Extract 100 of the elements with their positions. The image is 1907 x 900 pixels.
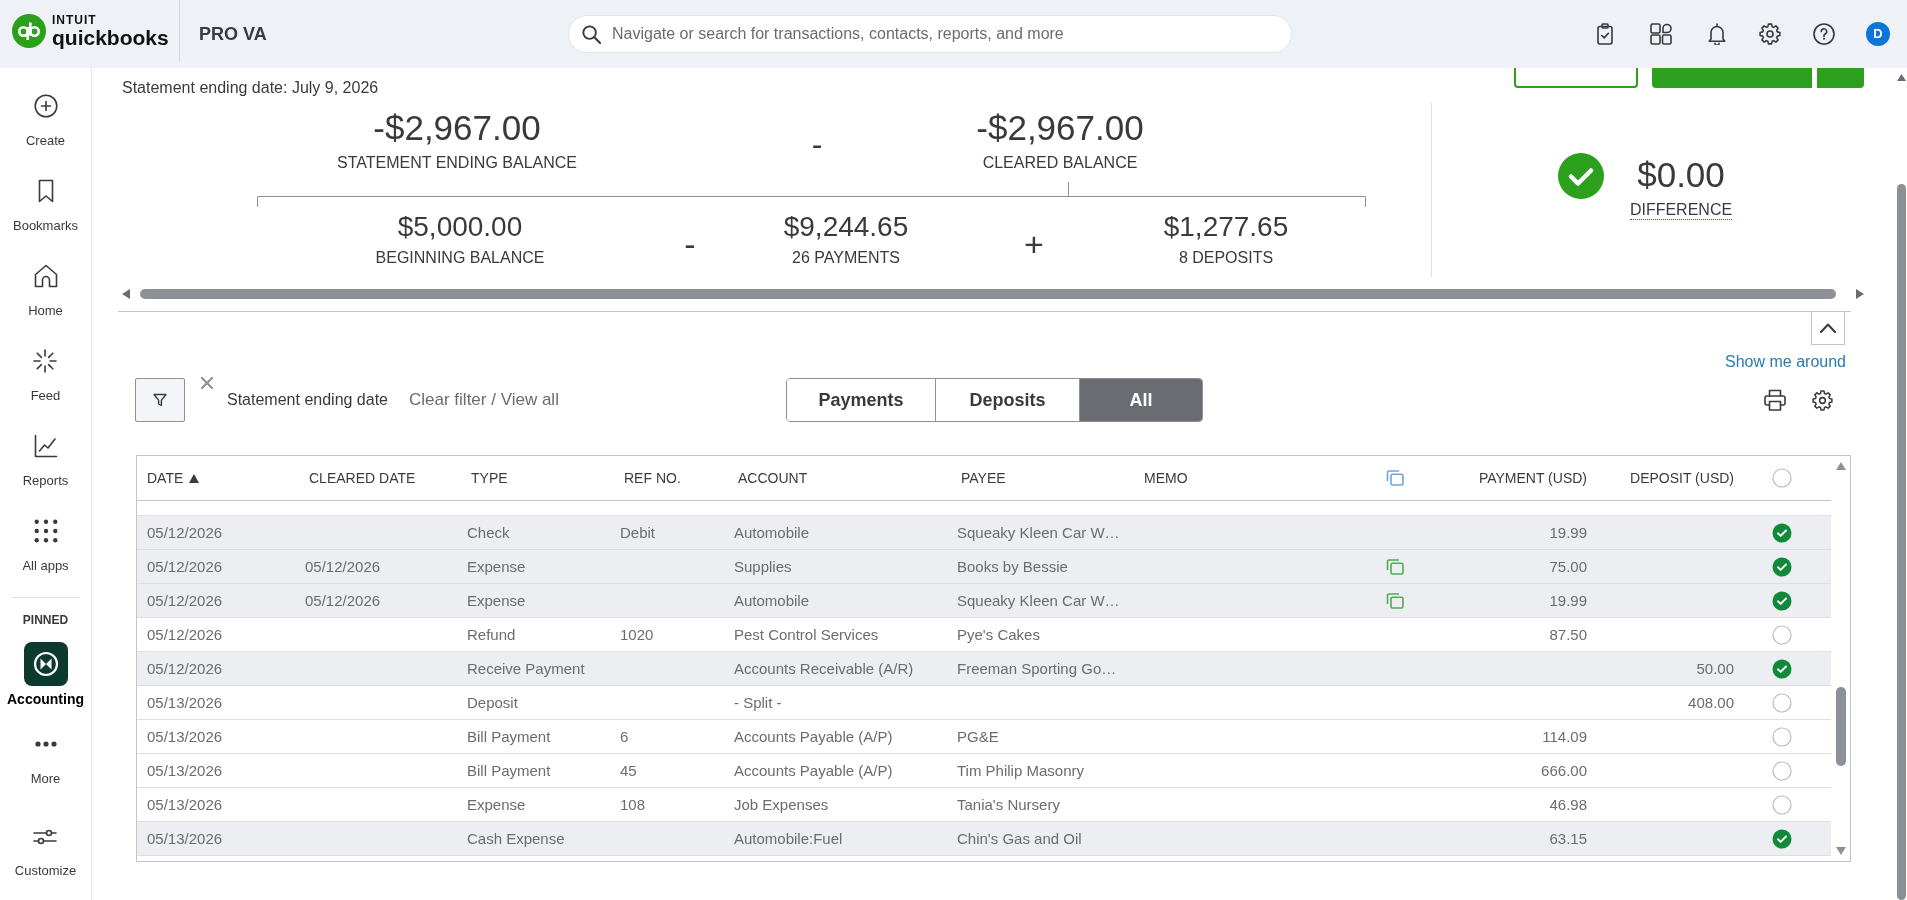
cleared-checkbox[interactable] [1772, 828, 1792, 849]
operator-symbol: - [684, 228, 696, 260]
table-cell: Automobile [734, 591, 810, 609]
logo-icon[interactable] [12, 14, 46, 48]
section-heading: PINNED [22, 613, 69, 627]
table-cell: 05/13/2026 [147, 795, 223, 813]
table-cell: Bill Payment [467, 761, 551, 779]
outlined-button[interactable] [1514, 68, 1638, 88]
select-all-checkbox[interactable] [1772, 468, 1792, 488]
sliders-icon [33, 829, 58, 845]
table-cell: 05/12/2026 [147, 591, 223, 609]
filter-button[interactable] [135, 378, 185, 422]
table-cell: 50.00 [1696, 659, 1734, 678]
help-icon[interactable] [1813, 23, 1835, 45]
settings-icon[interactable] [1759, 23, 1781, 45]
difference-label[interactable]: DIFFERENCE [1629, 200, 1733, 220]
table-cell: Squeaky Kleen Car W… [957, 523, 1120, 541]
cleared-checkbox[interactable] [1772, 726, 1792, 747]
scrollbar-thumb[interactable] [140, 289, 1836, 299]
logo-text: quickbooks [52, 26, 169, 49]
scroll-left-icon[interactable] [122, 289, 130, 299]
settings-icon[interactable] [1812, 389, 1833, 411]
scroll-up-icon[interactable] [1835, 462, 1846, 470]
cleared-checkbox[interactable] [1772, 556, 1792, 577]
balance-amount: -$2,967.00 [976, 108, 1144, 148]
table-cell: Accounts Payable (A/P) [734, 761, 893, 779]
search-icon [582, 25, 601, 44]
more-dots-icon [34, 741, 57, 747]
clear-filter-link[interactable]: Clear filter / View all [409, 390, 559, 410]
scroll-down-icon[interactable] [1835, 847, 1846, 855]
clipboard-check-icon[interactable] [1594, 23, 1616, 45]
column-header[interactable]: ACCOUNT [738, 470, 808, 486]
sidebar-item[interactable]: All apps [22, 519, 69, 574]
scrollbar-thumb[interactable] [1896, 184, 1906, 900]
table-cell: 1020 [620, 625, 654, 643]
cleared-checkbox[interactable] [1772, 692, 1792, 713]
table-row[interactable]: 05/12/2026 05/12/2026 Expense Supplies Books by Bessie 75.00 [137, 550, 1831, 584]
sidebar-item[interactable]: Reports [22, 434, 69, 489]
balance-label: 26 PAYMENTS [792, 248, 900, 268]
table-cell: Pest Control Services [734, 625, 879, 643]
table-cell: 408.00 [1688, 693, 1734, 712]
column-header[interactable]: PAYEE [961, 470, 1006, 486]
scroll-up-icon[interactable] [1896, 74, 1906, 81]
sidebar-item[interactable]: Feed [30, 349, 61, 404]
table-cell: 05/12/2026 [147, 625, 223, 643]
bell-icon[interactable] [1706, 23, 1728, 45]
copy-icon[interactable] [1386, 592, 1404, 609]
sidebar-item[interactable]: Bookmarks [13, 179, 78, 234]
copy-icon[interactable] [1386, 470, 1404, 486]
table-row[interactable]: 05/12/2026 Receive Payment Accounts Receivable (A/R) Freeman Sporting Go… 50.00 [137, 652, 1831, 686]
operator-symbol: + [1024, 228, 1044, 260]
column-header[interactable]: DATE [147, 470, 200, 486]
sidebar-item[interactable]: More [30, 741, 61, 787]
cleared-checkbox[interactable] [1772, 658, 1792, 679]
column-header[interactable]: PAYMENT (USD) [1478, 470, 1587, 486]
table-cell: 05/13/2026 [147, 829, 223, 847]
table-cell: 114.09 [1542, 727, 1587, 746]
balance-label: STATEMENT ENDING BALANCE [336, 153, 577, 173]
sidebar-item[interactable]: Accounting [7, 642, 84, 707]
sidebar-item[interactable]: Customize [14, 829, 77, 879]
cleared-checkbox[interactable] [1772, 522, 1792, 543]
operator-symbol: - [811, 125, 823, 164]
table-cell: Freeman Sporting Go… [957, 659, 1117, 677]
table-cell: Tania's Nursery [957, 795, 1060, 813]
cleared-checkbox[interactable] [1772, 794, 1792, 815]
cleared-checkbox[interactable] [1772, 590, 1792, 611]
cleared-checkbox[interactable] [1772, 624, 1792, 645]
avatar[interactable]: D [1866, 22, 1890, 46]
table-cell: Debit [620, 523, 656, 541]
column-header[interactable]: REF NO. [624, 470, 681, 486]
table-cell: Check [467, 523, 510, 541]
table-row[interactable]: 05/13/2026 Cash Expense Automobile:Fuel Chin's Gas and Oil 63.15 [137, 822, 1831, 856]
caret-up-icon [1820, 323, 1836, 333]
column-header[interactable]: TYPE [471, 470, 508, 486]
close-icon[interactable] [201, 377, 213, 389]
table-cell: Books by Bessie [957, 557, 1068, 575]
table-row[interactable]: 05/12/2026 Check Debit Automobile Squeaky Kleen Car W… 19.99 [137, 516, 1831, 550]
scrollbar-thumb[interactable] [1835, 687, 1846, 766]
sidebar-item[interactable]: Create [26, 94, 65, 149]
column-header[interactable]: MEMO [1144, 470, 1188, 486]
cleared-checkbox[interactable] [1772, 760, 1792, 781]
copy-icon[interactable] [1386, 558, 1404, 575]
table-cell: 666.00 [1541, 761, 1587, 780]
column-header[interactable]: DEPOSIT (USD) [1630, 470, 1734, 486]
scroll-right-icon[interactable] [1856, 289, 1864, 299]
sidebar-item[interactable]: Home [28, 264, 63, 319]
table-cell: 45 [620, 761, 637, 779]
table-cell: 05/13/2026 [147, 761, 223, 779]
help-link[interactable]: Show me around [1725, 352, 1846, 372]
print-icon[interactable] [1764, 389, 1786, 411]
column-header[interactable]: CLEARED DATE [309, 470, 416, 486]
table-cell: Refund [467, 625, 516, 643]
widgets-icon[interactable] [1650, 23, 1672, 45]
collapse-button[interactable] [1811, 312, 1845, 345]
search-field[interactable]: Navigate or search for transactions, contacts, reports, and more [568, 15, 1292, 53]
tab[interactable]: All [1079, 379, 1202, 421]
accounting-app-icon [23, 642, 68, 686]
table-row[interactable]: 05/12/2026 05/12/2026 Expense Automobile Squeaky Kleen Car W… 19.99 [137, 584, 1831, 618]
company-name[interactable]: PRO VA [199, 23, 267, 45]
table-cell: Supplies [734, 557, 792, 575]
